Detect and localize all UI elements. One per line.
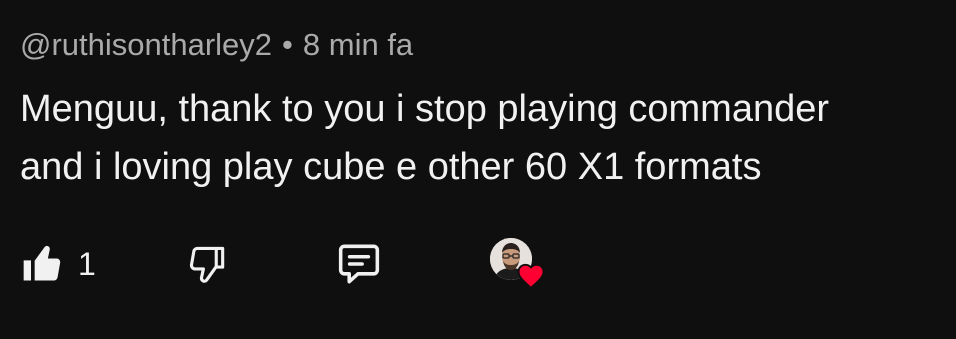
like-button[interactable]: 1 <box>20 232 96 296</box>
comment-meta: @ruthisontharley2 • 8 min fa <box>20 25 413 65</box>
comment-text-line: Menguu, thank to you i stop playing comm… <box>20 88 830 130</box>
comment-text-line: and i loving play cube e other 60 X1 for… <box>20 146 762 188</box>
comment-icon <box>338 244 380 284</box>
like-count: 1 <box>78 246 96 282</box>
comment-time: 8 min fa <box>302 27 414 62</box>
reply-button[interactable] <box>334 232 384 296</box>
creator-heart <box>490 232 550 296</box>
comment-author[interactable]: @ruthisontharley2 <box>20 27 272 62</box>
comment-actions: 1 <box>20 232 620 296</box>
dislike-button[interactable] <box>186 232 230 296</box>
comment-item: @ruthisontharley2 • 8 min fa Menguu, thank… <box>20 0 956 339</box>
meta-separator: • <box>282 27 293 62</box>
thumbs-down-icon <box>189 246 225 283</box>
thumbs-up-icon <box>23 245 61 281</box>
heart-icon <box>517 263 545 290</box>
comment-text: Menguu, thank to you i stop playing comm… <box>20 80 950 196</box>
